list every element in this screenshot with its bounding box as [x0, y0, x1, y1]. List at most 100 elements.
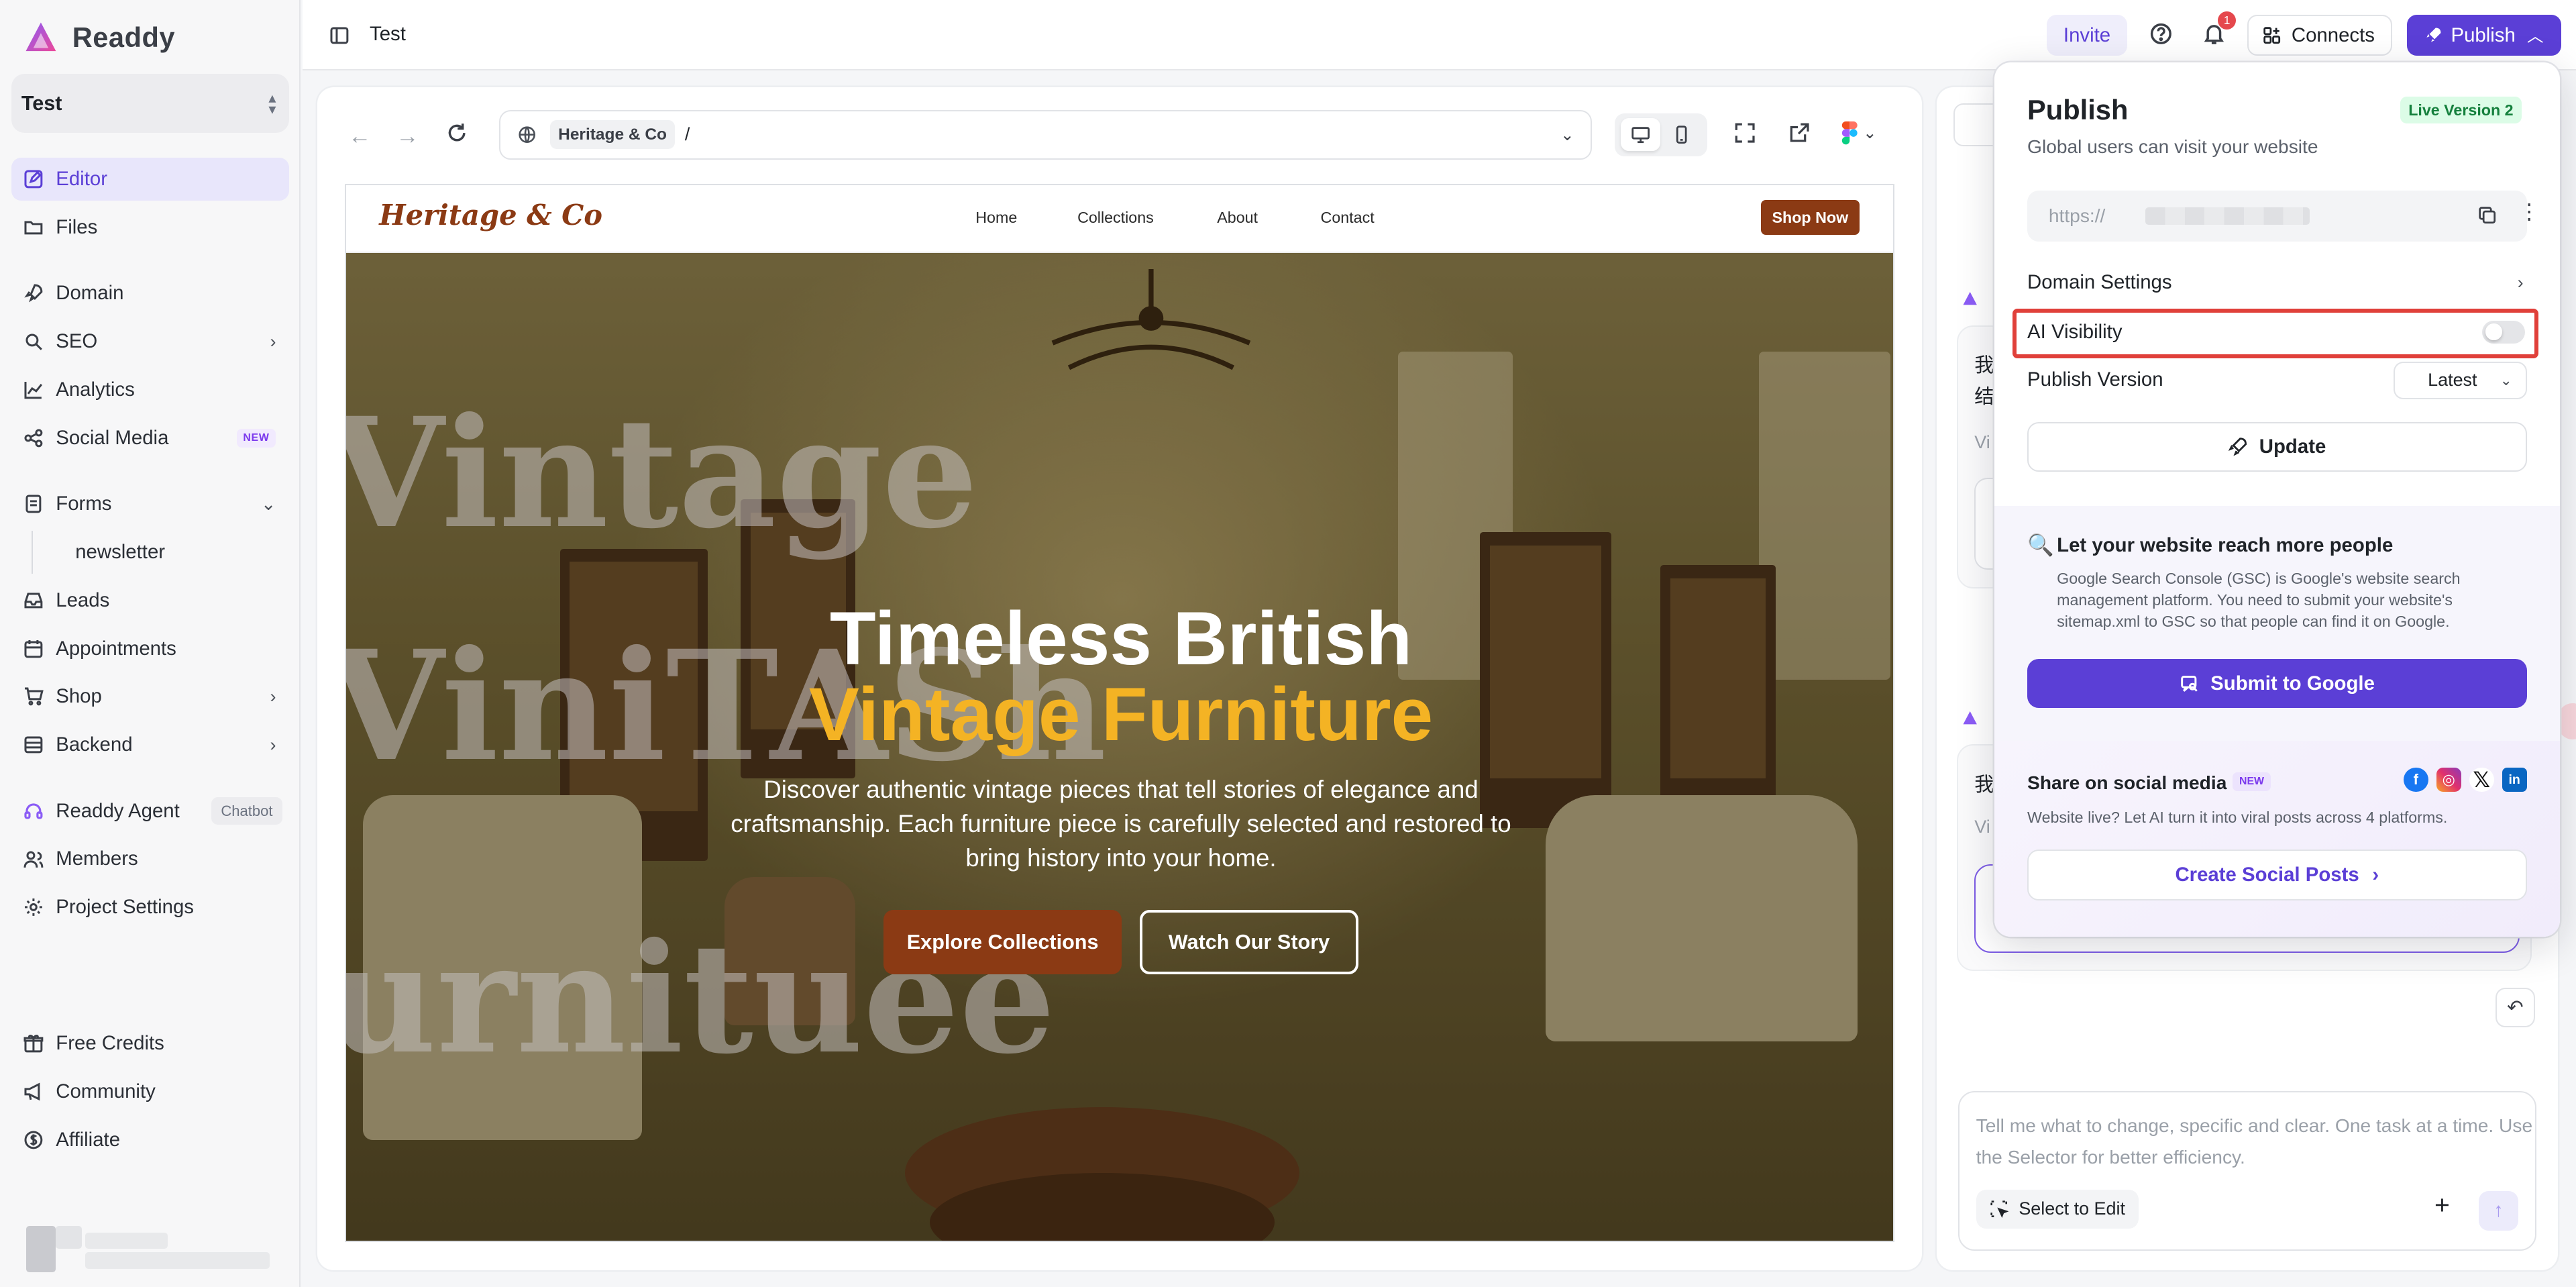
publish-version-select[interactable]: Latest ⌄ — [2394, 361, 2527, 400]
undo-button[interactable]: ↶ — [2496, 987, 2535, 1027]
ai-visibility-toggle[interactable] — [2482, 320, 2526, 344]
sidebar-item-community[interactable]: Community — [11, 1070, 289, 1113]
more-vertical-icon[interactable]: ⋮ — [2518, 201, 2540, 222]
back-arrow-icon[interactable]: ← — [348, 123, 371, 150]
sidebar-item-forms[interactable]: Forms ⌄ — [11, 482, 289, 525]
readdy-ai-icon — [1963, 292, 1977, 305]
edit-icon — [23, 168, 44, 190]
project-selector[interactable]: Test ▴ ▾ — [11, 74, 290, 134]
readdy-logo-icon — [25, 22, 56, 52]
update-button[interactable]: Update — [2027, 422, 2527, 472]
fullscreen-icon[interactable] — [1733, 121, 1756, 144]
invite-button[interactable]: Invite — [2047, 15, 2127, 56]
explore-collections-button[interactable]: Explore Collections — [883, 910, 1122, 974]
chatbot-badge: Chatbot — [211, 797, 283, 825]
x-icon: 𝕏 — [2469, 767, 2494, 792]
select-to-edit-button[interactable]: Select to Edit — [1976, 1189, 2139, 1229]
mobile-view-button[interactable] — [1662, 118, 1701, 151]
sidebar-item-affiliate[interactable]: Affiliate — [11, 1119, 289, 1162]
search-chat-icon — [2180, 676, 2198, 692]
calendar-icon — [23, 638, 44, 660]
add-attachment-icon[interactable]: + — [2434, 1191, 2450, 1221]
chat-input[interactable]: Tell me what to change, specific and cle… — [1958, 1091, 2537, 1251]
domain-settings-row[interactable]: Domain Settings › — [2027, 264, 2526, 301]
notification-count-badge: 1 — [2218, 11, 2237, 30]
site-logo[interactable]: Heritage & Co — [379, 199, 602, 231]
chevron-down-icon: ⌄ — [1863, 124, 1877, 143]
sidebar-item-shop[interactable]: Shop › — [11, 675, 289, 718]
globe-icon — [519, 126, 535, 144]
external-link-icon[interactable] — [1788, 121, 1811, 144]
top-bar: Test Invite 1 Connects Publish ︿ — [302, 0, 2576, 71]
redacted-block — [85, 1252, 270, 1269]
social-share-section: Share on social media NEW f ◎ 𝕏 in Websi… — [1994, 741, 2560, 937]
create-social-posts-button[interactable]: Create Social Posts › — [2027, 850, 2527, 900]
hero-title-highlight: Vintage Furniture — [808, 671, 1434, 756]
chat-text: 结 — [1974, 385, 1994, 408]
site-chip: Heritage & Co — [549, 120, 676, 150]
chart-icon — [23, 379, 44, 401]
sidebar-item-appointments[interactable]: Appointments — [11, 627, 289, 670]
sidebar-item-editor[interactable]: Editor — [11, 158, 290, 201]
sidebar-item-seo[interactable]: SEO › — [11, 320, 289, 363]
inbox-icon — [23, 590, 44, 611]
gsc-title: Let your website reach more people — [2057, 533, 2394, 556]
sidebar-item-backend[interactable]: Backend › — [11, 723, 289, 766]
sidebar-subitem-newsletter[interactable]: newsletter — [31, 531, 290, 574]
sidebar-item-project-settings[interactable]: Project Settings — [11, 886, 289, 929]
hero-title: Timeless British — [829, 596, 1413, 681]
shop-now-button[interactable]: Shop Now — [1760, 200, 1860, 235]
submit-to-google-button[interactable]: Submit to Google — [2027, 659, 2527, 709]
forward-arrow-icon[interactable]: → — [396, 123, 419, 150]
site-nav-contact[interactable]: Contact — [1321, 209, 1375, 227]
copy-icon[interactable] — [2477, 205, 2497, 225]
sidebar-toggle-icon[interactable] — [329, 25, 350, 46]
chevron-right-icon: › — [2372, 864, 2379, 886]
facebook-icon: f — [2403, 767, 2428, 792]
gsc-description: Google Search Console (GSC) is Google's … — [2057, 570, 2461, 630]
ghost-text: Vintage — [346, 384, 979, 562]
app-root: Readdy Test ▴▾ Editor Files Domain SEO — [0, 0, 2576, 1287]
sidebar-bottom-nav: Free Credits Community Affiliate — [11, 1022, 289, 1166]
site-nav-home[interactable]: Home — [975, 209, 1017, 227]
refresh-icon[interactable] — [445, 121, 468, 144]
connects-button[interactable]: Connects — [2247, 15, 2393, 56]
figma-menu[interactable]: ⌄ — [1841, 121, 1884, 145]
sidebar-item-members[interactable]: Members — [11, 838, 289, 881]
share-icon — [23, 427, 44, 449]
page-url-bar[interactable]: Heritage & Co / ⌄ — [499, 110, 1593, 160]
publish-button[interactable]: Publish ︿ — [2406, 15, 2561, 56]
social-description: Website live? Let AI turn it into viral … — [2027, 808, 2448, 826]
chat-text: 我 — [1974, 773, 1994, 796]
sidebar-item-label: Backend — [56, 733, 133, 756]
sidebar-item-analytics[interactable]: Analytics — [11, 368, 289, 411]
sidebar-item-files[interactable]: Files — [11, 206, 289, 249]
site-nav-about[interactable]: About — [1217, 209, 1258, 227]
sidebar-item-social-media[interactable]: Social Media NEW — [11, 417, 289, 460]
page-title: Test — [370, 23, 406, 46]
gear-icon — [23, 896, 44, 918]
watch-our-story-button[interactable]: Watch Our Story — [1140, 910, 1358, 974]
create-social-posts-label: Create Social Posts — [2175, 864, 2359, 886]
site-nav-collections[interactable]: Collections — [1077, 209, 1154, 227]
sidebar-item-domain[interactable]: Domain — [11, 272, 289, 315]
user-account[interactable] — [26, 1223, 272, 1275]
sidebar-item-free-credits[interactable]: Free Credits — [11, 1022, 289, 1065]
help-icon[interactable] — [2149, 21, 2174, 46]
sidebar-item-readdy-agent[interactable]: Readdy Agent Chatbot — [11, 790, 289, 833]
sidebar-nav: Editor Files Domain SEO › Analytics Soci… — [11, 158, 290, 934]
send-button[interactable]: ↑ — [2479, 1191, 2518, 1231]
nav-gap — [11, 465, 289, 483]
selector-icon — [1990, 1200, 2009, 1219]
version-value: Latest — [2428, 370, 2477, 391]
chevron-down-icon: ⌄ — [1560, 125, 1574, 144]
url-prefix: https:// — [2048, 205, 2106, 227]
sidebar-item-leads[interactable]: Leads — [11, 579, 289, 622]
desktop-view-button[interactable] — [1620, 118, 1660, 152]
new-badge: NEW — [2233, 772, 2271, 791]
brand[interactable]: Readdy — [23, 19, 175, 56]
sidebar-item-label: SEO — [56, 330, 98, 353]
published-url-field[interactable]: https:// ⋮ — [2027, 191, 2540, 242]
floating-helper-button[interactable] — [2558, 703, 2576, 740]
publish-subtitle: Global users can visit your website — [2027, 136, 2318, 158]
